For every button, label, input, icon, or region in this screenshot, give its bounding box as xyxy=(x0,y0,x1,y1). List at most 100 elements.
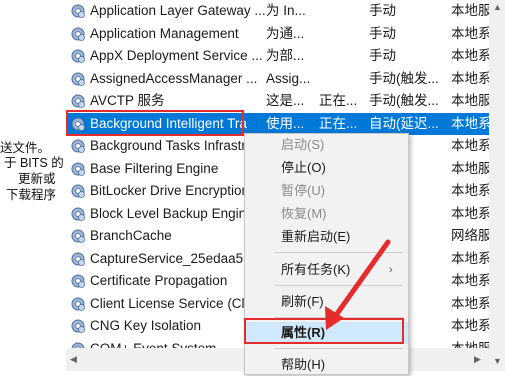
service-row[interactable]: AssignedAccessManager ... Assig... 手动(触发… xyxy=(66,68,489,91)
menu-item-label: 刷新(F) xyxy=(281,294,324,309)
menu-item-restart[interactable]: 重新启动(E) xyxy=(245,226,408,248)
gear-icon xyxy=(70,45,88,68)
scroll-up-icon[interactable]: ▲ xyxy=(493,2,502,12)
service-name: Background Tasks Infrastru xyxy=(90,138,254,153)
service-name: Application Layer Gateway ... xyxy=(90,3,266,18)
service-logon: 本地服 xyxy=(451,93,489,108)
gear-icon xyxy=(70,90,88,113)
gear-icon xyxy=(70,293,88,316)
service-status: 正在... xyxy=(319,115,358,131)
service-name: AppX Deployment Service ... xyxy=(90,48,263,63)
menu-separator xyxy=(275,285,403,286)
service-row[interactable]: AVCTP 服务 这是... 正在... 手动(触发... 本地服 xyxy=(66,90,489,113)
menu-item-stop[interactable]: 停止(O) xyxy=(245,157,408,179)
menu-item-all-tasks[interactable]: 所有任务(K) › xyxy=(245,259,408,281)
service-name: Certificate Propagation xyxy=(90,273,228,288)
service-logon: 本地系 xyxy=(451,138,489,153)
service-startup-type: 自动(延迟... xyxy=(369,115,439,131)
service-name: BranchCache xyxy=(90,228,172,243)
service-name: AVCTP 服务 xyxy=(90,93,165,108)
service-logon: 本地系 xyxy=(451,115,489,131)
service-name: Client License Service (Clip xyxy=(90,295,256,311)
service-description: 这是... xyxy=(266,93,305,108)
menu-separator xyxy=(275,348,403,349)
gear-icon xyxy=(70,68,88,91)
service-name: BitLocker Drive Encryption xyxy=(90,183,250,198)
service-row-selected[interactable]: Background Intelligent Tra 使用... 正在... 自… xyxy=(66,112,489,136)
menu-item-pause[interactable]: 暂停(U) xyxy=(245,180,408,202)
vertical-scrollbar[interactable]: ▲ ▼ xyxy=(489,0,505,371)
scroll-down-icon[interactable]: ▼ xyxy=(493,356,502,366)
service-description-panel: 送文件。 于 BITS 的 更新或 下载程序 xyxy=(0,0,66,371)
service-logon: 本地系 xyxy=(451,318,489,333)
menu-item-label: 停止(O) xyxy=(281,160,326,175)
scroll-left-icon[interactable]: ◀ xyxy=(70,354,77,365)
menu-item-properties[interactable]: 属性(R) xyxy=(245,322,408,344)
gear-icon xyxy=(70,23,88,46)
menu-item-label: 启动(S) xyxy=(281,137,325,152)
menu-item-resume[interactable]: 恢复(M) xyxy=(245,203,408,225)
service-name: Background Intelligent Tra xyxy=(90,115,247,131)
service-logon: 本地服 xyxy=(451,160,489,176)
service-logon: 本地系 xyxy=(451,70,489,86)
menu-separator xyxy=(275,317,403,318)
menu-item-label: 暂停(U) xyxy=(281,183,326,198)
service-description: 为 In... xyxy=(266,3,306,18)
context-menu: 启动(S) 停止(O) 暂停(U) 恢复(M) 重新启动(E) 所有任务(K) ›… xyxy=(244,133,409,375)
service-startup-type: 手动(触发... xyxy=(369,70,439,86)
service-logon: 本地服 xyxy=(451,3,489,18)
service-startup-type: 手动 xyxy=(369,48,396,63)
service-logon: 本地系 xyxy=(451,205,489,221)
gear-icon xyxy=(70,158,88,181)
gear-icon xyxy=(70,113,88,136)
service-name: CNG Key Isolation xyxy=(90,318,202,333)
menu-item-label: 属性(R) xyxy=(281,325,326,340)
service-logon: 本地系 xyxy=(451,273,489,288)
menu-item-refresh[interactable]: 刷新(F) xyxy=(245,291,408,313)
service-startup-type: 手动 xyxy=(369,3,396,18)
gear-icon xyxy=(70,0,88,23)
service-name: AssignedAccessManager ... xyxy=(90,70,258,86)
submenu-arrow-icon: › xyxy=(389,264,393,276)
service-logon: 本地系 xyxy=(451,183,489,198)
menu-item-label: 恢复(M) xyxy=(281,206,327,221)
service-row[interactable]: Application Management 为通... 手动 本地系 xyxy=(66,23,489,46)
service-name: CaptureService_25edaa5 xyxy=(90,250,244,266)
service-logon: 本地系 xyxy=(451,250,489,266)
menu-separator xyxy=(275,252,403,253)
service-startup-type: 手动(触发... xyxy=(369,93,439,108)
gear-icon xyxy=(70,180,88,203)
gear-icon xyxy=(70,225,88,248)
service-status xyxy=(319,23,365,46)
service-status xyxy=(319,45,365,68)
service-name: Block Level Backup Engine xyxy=(90,205,254,221)
description-text: 下载程序 xyxy=(6,188,57,202)
service-row[interactable]: AppX Deployment Service ... 为部... 手动 本地系 xyxy=(66,45,489,68)
service-name: Base Filtering Engine xyxy=(90,160,219,176)
service-logon: 本地系 xyxy=(451,48,489,63)
service-description: 为部... xyxy=(266,48,305,63)
service-status xyxy=(319,68,365,91)
service-description: 使用... xyxy=(266,115,305,131)
service-status xyxy=(319,0,365,23)
service-description: Assig... xyxy=(266,70,311,86)
service-name: Application Management xyxy=(90,25,239,41)
menu-item-label: 重新启动(E) xyxy=(281,229,351,244)
service-logon: 本地系 xyxy=(451,295,489,311)
gear-icon xyxy=(70,135,88,158)
menu-item-label: 帮助(H) xyxy=(281,357,326,372)
gear-icon xyxy=(70,248,88,271)
service-description: 为通... xyxy=(266,25,305,41)
service-logon: 本地系 xyxy=(451,25,489,41)
gear-icon xyxy=(70,270,88,293)
scroll-right-icon[interactable]: ▶ xyxy=(474,354,481,365)
menu-item-start[interactable]: 启动(S) xyxy=(245,134,408,156)
service-startup-type: 手动 xyxy=(369,25,396,41)
menu-item-help[interactable]: 帮助(H) xyxy=(245,354,408,376)
gear-icon xyxy=(70,315,88,338)
service-logon: 网络服 xyxy=(451,228,489,243)
service-status: 正在... xyxy=(319,93,358,108)
menu-item-label: 所有任务(K) xyxy=(281,262,351,277)
service-row[interactable]: Application Layer Gateway ... 为 In... 手动… xyxy=(66,0,489,23)
gear-icon xyxy=(70,203,88,226)
